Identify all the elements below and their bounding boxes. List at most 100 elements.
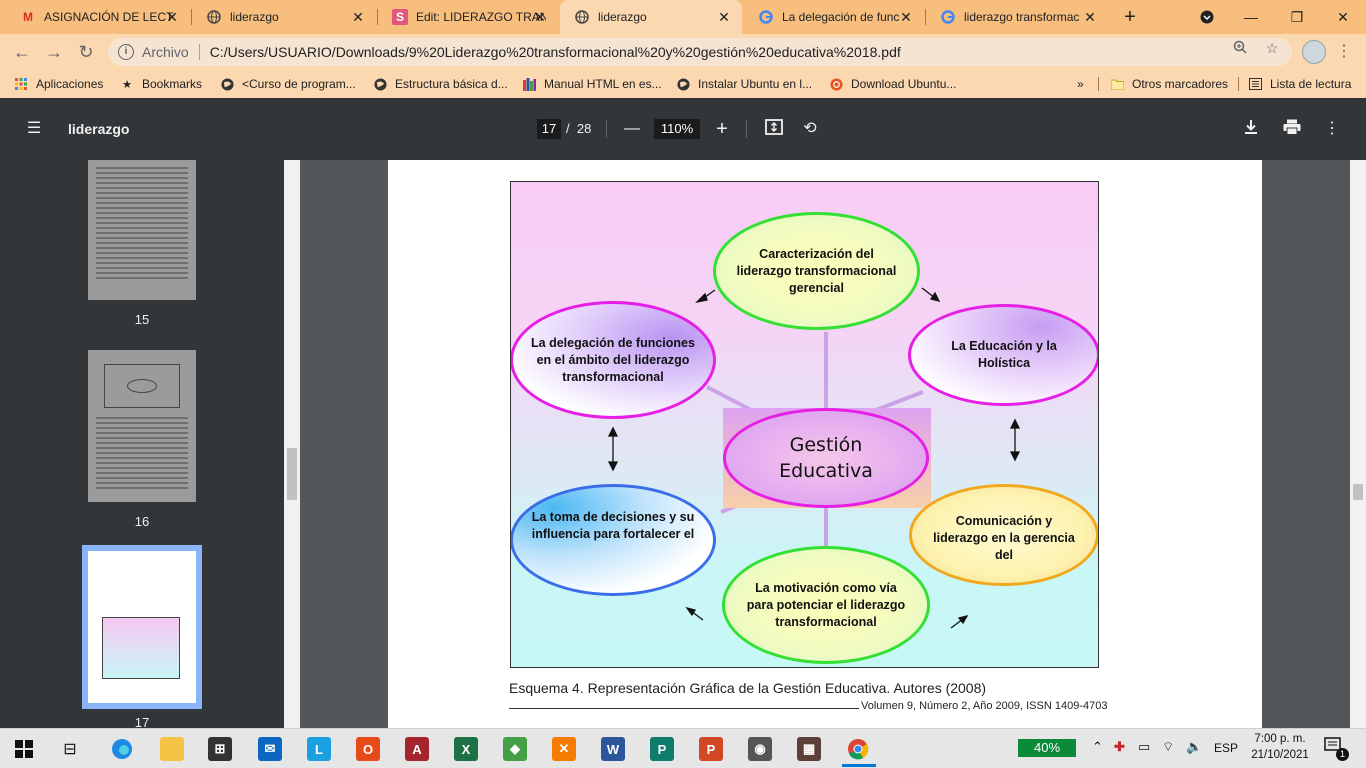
powerpoint-icon[interactable]: P (699, 737, 723, 761)
tab-edit-liderazgo[interactable]: S Edit: LIDERAZGO TRAN ✕ (378, 0, 558, 34)
globe-icon (373, 77, 387, 91)
page-number-input[interactable]: 17 (537, 119, 561, 139)
globe-icon (676, 77, 690, 91)
thumbnail-text (88, 551, 196, 559)
address-url[interactable]: C:/Users/USUARIO/Downloads/9%20Liderazgo… (210, 44, 901, 60)
tab-strip: M ASIGNACIÓN DE LECT ✕ liderazgo ✕ S Edi… (0, 0, 1366, 34)
close-icon[interactable]: ✕ (716, 9, 732, 25)
zoom-icon[interactable] (1232, 40, 1248, 56)
webcam-icon[interactable]: ◉ (748, 737, 772, 761)
chrome-icon[interactable] (846, 737, 870, 761)
bookmark-otros[interactable]: Otros marcadores (1110, 75, 1228, 93)
apps-grid-icon (14, 77, 28, 91)
thumbnail-page-15[interactable] (88, 160, 196, 300)
clock[interactable]: 7:00 p. m. 21/10/2021 (1248, 731, 1312, 763)
task-view-icon[interactable]: ⊟ (58, 737, 82, 761)
reload-icon[interactable]: ↻ (74, 40, 98, 64)
pdf-more-icon[interactable]: ⋮ (1322, 119, 1342, 139)
bookmark-apps[interactable]: Aplicaciones (14, 75, 103, 93)
bookmarks-overflow-icon[interactable]: » (1077, 75, 1084, 93)
bookmark-lista-lectura[interactable]: Lista de lectura (1248, 75, 1351, 93)
word-icon[interactable]: W (601, 737, 625, 761)
antivirus-icon[interactable]: ✚ (1114, 739, 1125, 755)
tray-chevron-icon[interactable]: ⌃ (1092, 739, 1103, 755)
tab-search-icon[interactable] (1184, 0, 1230, 34)
tab-liderazgo-active[interactable]: liderazgo ✕ (560, 0, 742, 34)
windows-start-icon[interactable] (12, 737, 36, 761)
bookmarks-divider (1238, 77, 1239, 91)
language-indicator[interactable]: ESP (1214, 741, 1238, 755)
document-scrollbar[interactable] (1350, 160, 1366, 728)
store-icon[interactable]: ⊞ (208, 737, 232, 761)
sidebar-scroll-thumb[interactable] (287, 448, 297, 500)
avatar[interactable] (1302, 40, 1326, 64)
bookmark-manual-html[interactable]: Manual HTML en es... (522, 75, 662, 93)
bookmark-instalar-ubuntu[interactable]: Instalar Ubuntu en l... (676, 75, 812, 93)
bookmark-bookmarks[interactable]: ★ Bookmarks (120, 75, 202, 93)
browser-toolbar: ← → ↻ i Archivo C:/Users/USUARIO/Downloa… (0, 34, 1366, 70)
bookmark-download-ubuntu[interactable]: Download Ubuntu... (829, 75, 956, 93)
tab-asignacion[interactable]: M ASIGNACIÓN DE LECT ✕ (6, 0, 190, 34)
office-icon[interactable]: O (356, 737, 380, 761)
bookmark-estructura[interactable]: Estructura básica d... (373, 75, 508, 93)
window-close-icon[interactable]: ✕ (1320, 0, 1366, 34)
close-icon[interactable]: ✕ (1082, 9, 1098, 25)
site-info-icon[interactable]: i (118, 44, 134, 60)
tab-delegacion[interactable]: La delegación de func ✕ (744, 0, 924, 34)
access-icon[interactable]: A (405, 737, 429, 761)
gmail-icon: M (23, 10, 33, 24)
volume-icon[interactable]: 🔈 (1186, 739, 1202, 755)
toolbar-divider (606, 120, 607, 138)
download-icon[interactable] (1241, 119, 1261, 139)
minimize-icon[interactable]: — (1228, 0, 1274, 34)
lync-icon[interactable]: L (307, 737, 331, 761)
node-educacion-holistica: La Educación y la Holística (908, 304, 1098, 406)
zoom-out-icon[interactable]: — (622, 119, 642, 139)
forward-icon[interactable]: → (42, 40, 66, 64)
thumbnail-page-16[interactable] (88, 350, 196, 502)
publisher-icon[interactable]: P (650, 737, 674, 761)
battery-icon[interactable]: ▭ (1138, 739, 1150, 755)
address-bar[interactable]: i Archivo C:/Users/USUARIO/Downloads/9%2… (108, 38, 1292, 66)
zoom-level-input[interactable]: 110% (654, 119, 700, 139)
close-icon[interactable]: ✕ (898, 9, 914, 25)
google-icon (940, 9, 956, 25)
bookmark-curso[interactable]: <Curso de program... (220, 75, 356, 93)
rotate-icon[interactable]: ⟲ (800, 119, 820, 139)
xampp-icon[interactable]: ✕ (552, 737, 576, 761)
battery-indicator[interactable]: 40% (1018, 739, 1076, 757)
file-explorer-icon[interactable] (160, 737, 184, 761)
bookmark-label: Download Ubuntu... (851, 77, 957, 91)
android-icon[interactable]: ◆ (503, 737, 527, 761)
tab-liderazgo-transformacional[interactable]: liderazgo transformac ✕ (926, 0, 1108, 34)
document-scroll-thumb[interactable] (1353, 484, 1363, 500)
edge-icon[interactable] (110, 737, 134, 761)
node-label: Comunicación y liderazgo en la gerencia … (933, 514, 1075, 562)
close-icon[interactable]: ✕ (164, 9, 180, 25)
page-total: / 28 (566, 121, 591, 136)
thumbnail-sidebar: 15 16 17 (0, 160, 300, 730)
node-label: La Educación y la Holística (951, 339, 1057, 370)
fit-page-icon[interactable] (764, 119, 784, 139)
tab-title: liderazgo (598, 10, 647, 24)
tab-liderazgo-1[interactable]: liderazgo ✕ (192, 0, 376, 34)
back-icon[interactable]: ← (10, 40, 34, 64)
print-icon[interactable] (1282, 119, 1302, 139)
sidebar-scrollbar[interactable] (284, 160, 300, 728)
close-icon[interactable]: ✕ (532, 9, 548, 25)
new-tab-button[interactable]: + (1118, 5, 1142, 29)
chart-app-icon[interactable]: ▦ (797, 737, 821, 761)
bookmarks-divider (1098, 77, 1099, 91)
bookmark-label: Estructura básica d... (395, 77, 508, 91)
star-icon[interactable]: ☆ (1264, 40, 1280, 56)
restore-icon[interactable]: ❐ (1274, 0, 1320, 34)
bookmark-label: Manual HTML en es... (544, 77, 662, 91)
mail-icon[interactable]: ✉ (258, 737, 282, 761)
zoom-in-icon[interactable]: + (712, 119, 732, 139)
thumbnail-page-17[interactable] (82, 545, 202, 709)
excel-icon[interactable]: X (454, 737, 478, 761)
close-icon[interactable]: ✕ (350, 9, 366, 25)
browser-menu-icon[interactable]: ⋮ (1334, 40, 1354, 64)
network-icon[interactable]: ⌔ (1162, 739, 1174, 755)
sidebar-menu-icon[interactable]: ☰ (24, 119, 44, 139)
